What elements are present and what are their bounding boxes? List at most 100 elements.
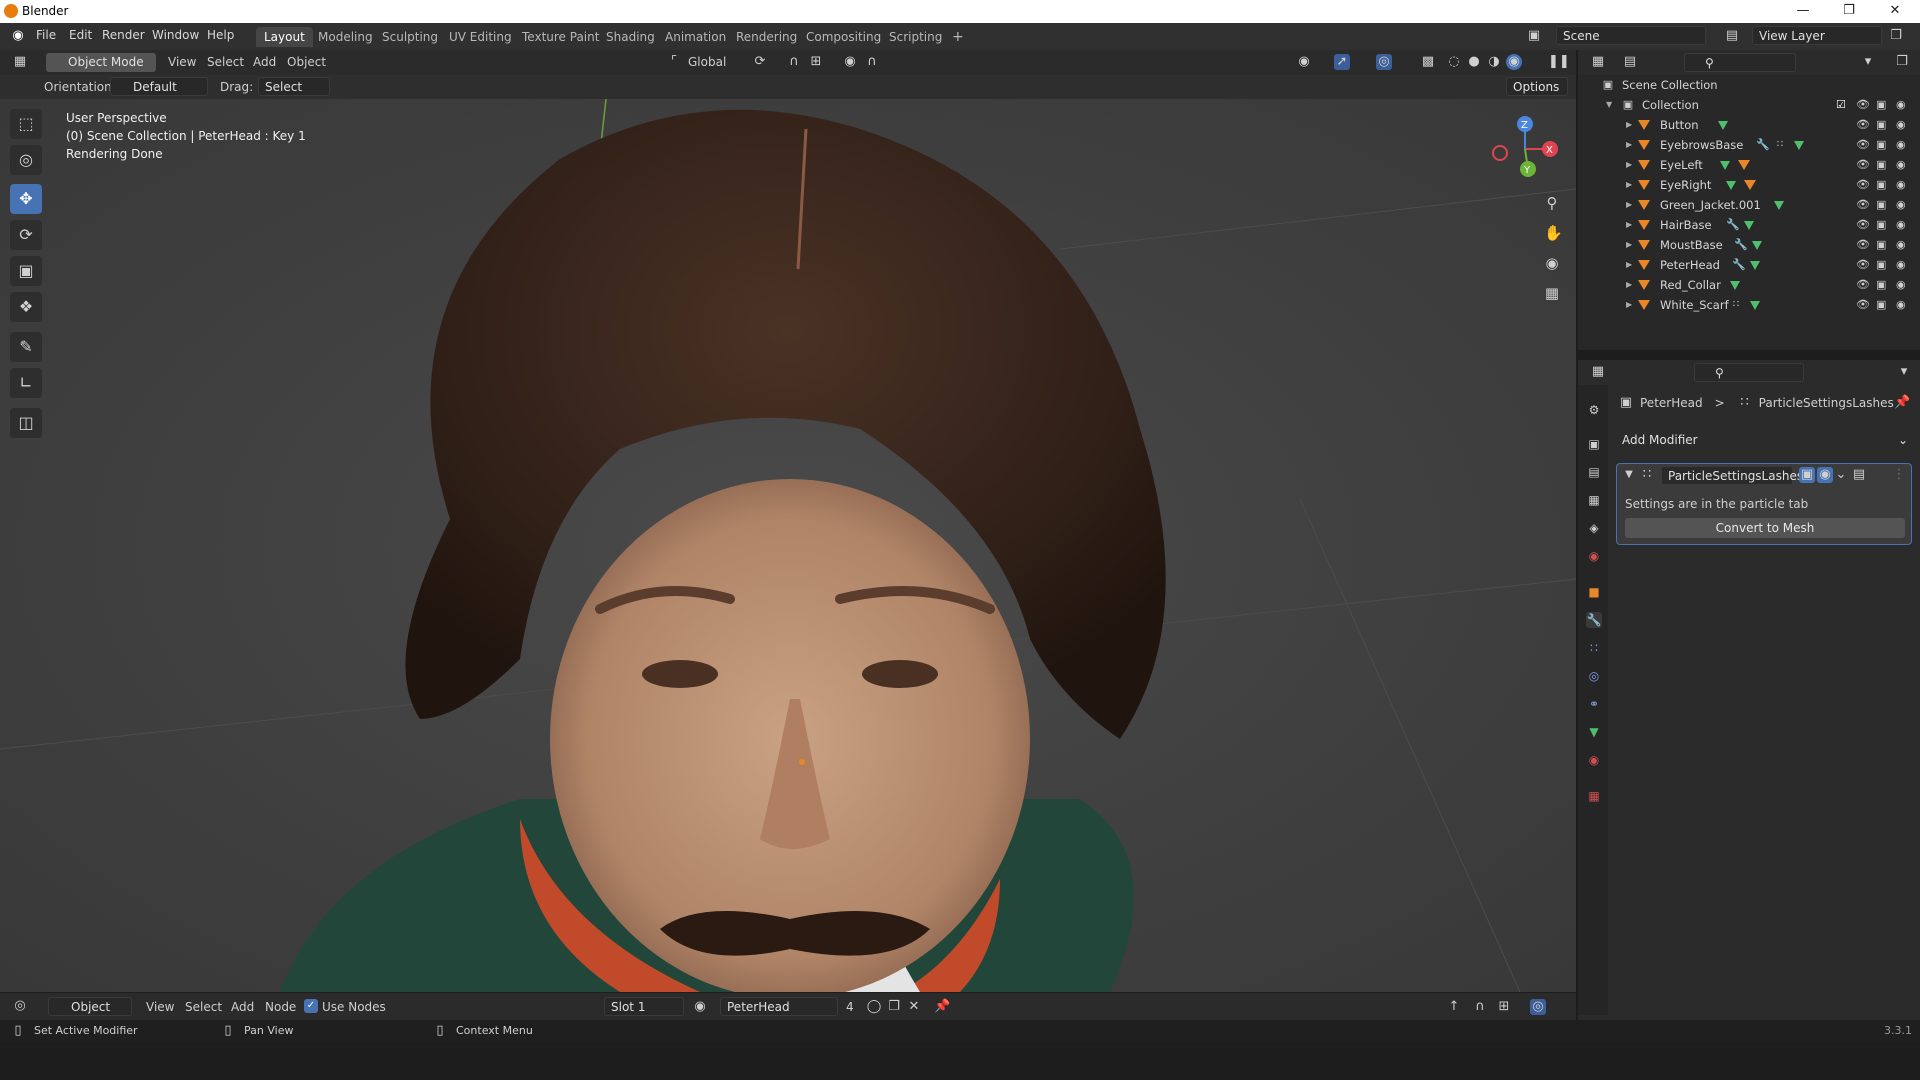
render-camera-icon[interactable]: ◉	[1896, 295, 1906, 315]
hide-eye-icon[interactable]: 👁	[1856, 135, 1870, 155]
texture-tab-icon[interactable]: ▦	[1586, 788, 1602, 804]
convert-to-mesh-button[interactable]: Convert to Mesh	[1625, 518, 1905, 538]
tab-animation[interactable]: Animation	[657, 27, 734, 47]
modifier-wrench-icon[interactable]: 🔧	[1726, 215, 1740, 235]
hide-eye-icon[interactable]: 👁	[1856, 95, 1870, 115]
gizmo-toggle-icon[interactable]: ➚	[1334, 54, 1350, 70]
slot-selector[interactable]: Slot 1	[604, 997, 684, 1016]
outliner-root[interactable]: ▣ Scene Collection	[1578, 75, 1920, 95]
outliner-search-input[interactable]: ⚲	[1684, 53, 1796, 72]
scene-tab-icon[interactable]: ◈	[1586, 520, 1602, 536]
hide-eye-icon[interactable]: 👁	[1856, 195, 1870, 215]
outliner-item[interactable]: ▶ PeterHead 🔧 👁 ▣ ◉	[1578, 255, 1920, 275]
tab-compositing[interactable]: Compositing	[798, 27, 889, 47]
viewport-menu-select[interactable]: Select	[207, 55, 244, 69]
drag-handle-icon[interactable]: ⋮	[1891, 467, 1907, 483]
render-camera-icon[interactable]: ◉	[1896, 175, 1906, 195]
render-camera-icon[interactable]: ◉	[1896, 135, 1906, 155]
outliner-item[interactable]: ▶ MoustBase 🔧 👁 ▣ ◉	[1578, 235, 1920, 255]
use-nodes-checkbox[interactable]: ✓	[304, 999, 318, 1013]
hide-eye-icon[interactable]: 👁	[1856, 215, 1870, 235]
tab-shading[interactable]: Shading	[598, 27, 663, 47]
tab-rendering[interactable]: Rendering	[728, 27, 805, 47]
expand-icon[interactable]: ▶	[1626, 175, 1636, 195]
hide-eye-icon[interactable]: 👁	[1856, 175, 1870, 195]
shading-material-icon[interactable]: ◑	[1486, 54, 1502, 70]
collapse-chevron-icon[interactable]: ▼	[1621, 467, 1637, 483]
3d-viewport[interactable]: User Perspective (0) Scene Collection | …	[0, 99, 1576, 992]
tab-sculpting[interactable]: Sculpting	[374, 27, 446, 47]
node-menu-view[interactable]: View	[146, 1000, 174, 1014]
transform-tool-icon[interactable]: ❖	[10, 292, 42, 322]
falloff-icon[interactable]: ∩	[864, 54, 880, 70]
zoom-icon[interactable]: ⚲	[1544, 195, 1560, 211]
viewport-display-icon[interactable]: ▣	[1876, 215, 1886, 235]
visibility-icon[interactable]: ◉	[1296, 54, 1312, 70]
add-modifier-dropdown[interactable]: Add Modifier ⌄	[1616, 431, 1912, 451]
outliner-item[interactable]: ▶ EyeLeft 👁 ▣ ◉	[1578, 155, 1920, 175]
shading-rendered-icon[interactable]: ◉	[1506, 54, 1522, 70]
node-menu-select[interactable]: Select	[185, 1000, 222, 1014]
mesh-data-icon[interactable]	[1744, 221, 1754, 230]
camera-view-icon[interactable]: ◉	[1544, 255, 1560, 271]
orientation-selector[interactable]: Default	[110, 77, 208, 96]
mesh-data-icon[interactable]	[1720, 161, 1730, 170]
physics-tab-icon[interactable]: ◎	[1586, 668, 1602, 684]
render-camera-icon[interactable]: ◉	[1896, 235, 1906, 255]
tab-scripting[interactable]: Scripting	[881, 27, 950, 47]
mesh-data-icon[interactable]	[1726, 181, 1736, 190]
view-layer-tab-icon[interactable]: ▦	[1586, 492, 1602, 508]
render-camera-icon[interactable]: ◉	[1896, 115, 1906, 135]
outliner-item[interactable]: ▶ EyebrowsBase 🔧 ∷ 👁 ▣ ◉	[1578, 135, 1920, 155]
viewport-display-icon[interactable]: ▣	[1876, 95, 1886, 115]
snap-icon[interactable]: ∩	[1472, 999, 1488, 1015]
scene-selector[interactable]: Scene	[1556, 26, 1706, 45]
snap-target-icon[interactable]: ⊞	[808, 54, 824, 70]
proportional-edit-icon[interactable]: ◉	[842, 54, 858, 70]
modifier-wrench-icon[interactable]: 🔧	[1734, 235, 1748, 255]
options-button[interactable]: Options	[1506, 77, 1568, 96]
show-in-viewport-icon[interactable]: ▣	[1799, 467, 1815, 483]
transform-orientation-icon[interactable]: ⌜	[666, 54, 682, 70]
viewport-display-icon[interactable]: ▣	[1876, 135, 1886, 155]
add-cube-tool-icon[interactable]: ◫	[10, 408, 42, 438]
render-camera-icon[interactable]: ◉	[1896, 195, 1906, 215]
close-window-button[interactable]: ✕	[1872, 0, 1918, 23]
constraints-tab-icon[interactable]: ⚭	[1586, 696, 1602, 712]
shader-editor-type-icon[interactable]: ◎	[12, 998, 28, 1014]
filter-icon[interactable]: ▾	[1860, 54, 1876, 70]
new-view-layer-icon[interactable]: ❐	[1888, 28, 1904, 44]
shader-type-selector[interactable]: Object	[48, 997, 132, 1016]
view-layer-selector[interactable]: View Layer	[1752, 26, 1882, 45]
minimize-button[interactable]: —	[1780, 0, 1826, 23]
hide-eye-icon[interactable]: 👁	[1856, 255, 1870, 275]
material-icon[interactable]	[1738, 160, 1750, 170]
parent-node-tree-icon[interactable]: ↑	[1446, 999, 1462, 1015]
annotate-tool-icon[interactable]: ✎	[10, 332, 42, 362]
expand-icon[interactable]: ▶	[1626, 275, 1636, 295]
expand-icon[interactable]: ▶	[1626, 255, 1636, 275]
expand-icon[interactable]: ▶	[1626, 115, 1636, 135]
render-camera-icon[interactable]: ◉	[1896, 275, 1906, 295]
snap-node-icon[interactable]: ⊞	[1496, 999, 1512, 1015]
tab-texture-paint[interactable]: Texture Paint	[514, 27, 607, 47]
modifier-tab-icon[interactable]: 🔧	[1586, 612, 1602, 628]
drag-selector[interactable]: Select Box	[258, 77, 330, 113]
menu-window[interactable]: Window	[152, 28, 199, 42]
fake-user-shield-icon[interactable]: ◯	[866, 999, 882, 1015]
new-collection-icon[interactable]: ❐	[1894, 54, 1910, 70]
particle-icon[interactable]: ∷	[1772, 137, 1788, 153]
render-tab-icon[interactable]: ▣	[1586, 436, 1602, 452]
outliner-item[interactable]: ▶ Red_Collar 👁 ▣ ◉	[1578, 275, 1920, 295]
editor-type-icon[interactable]: ▦	[12, 54, 28, 70]
viewport-display-icon[interactable]: ▣	[1876, 295, 1886, 315]
mode-selector[interactable]: Object Mode	[46, 53, 156, 72]
data-tab-icon[interactable]: ▼	[1586, 724, 1602, 740]
viewport-display-icon[interactable]: ▣	[1876, 275, 1886, 295]
cursor-tool-icon[interactable]: ◎	[10, 145, 42, 175]
unlink-material-icon[interactable]: ✕	[906, 999, 922, 1015]
menu-edit[interactable]: Edit	[69, 28, 92, 42]
overlay-toggle-icon[interactable]: ◎	[1376, 54, 1392, 70]
mesh-data-icon[interactable]	[1750, 261, 1760, 270]
pause-render-icon[interactable]: ❚❚	[1548, 54, 1570, 70]
